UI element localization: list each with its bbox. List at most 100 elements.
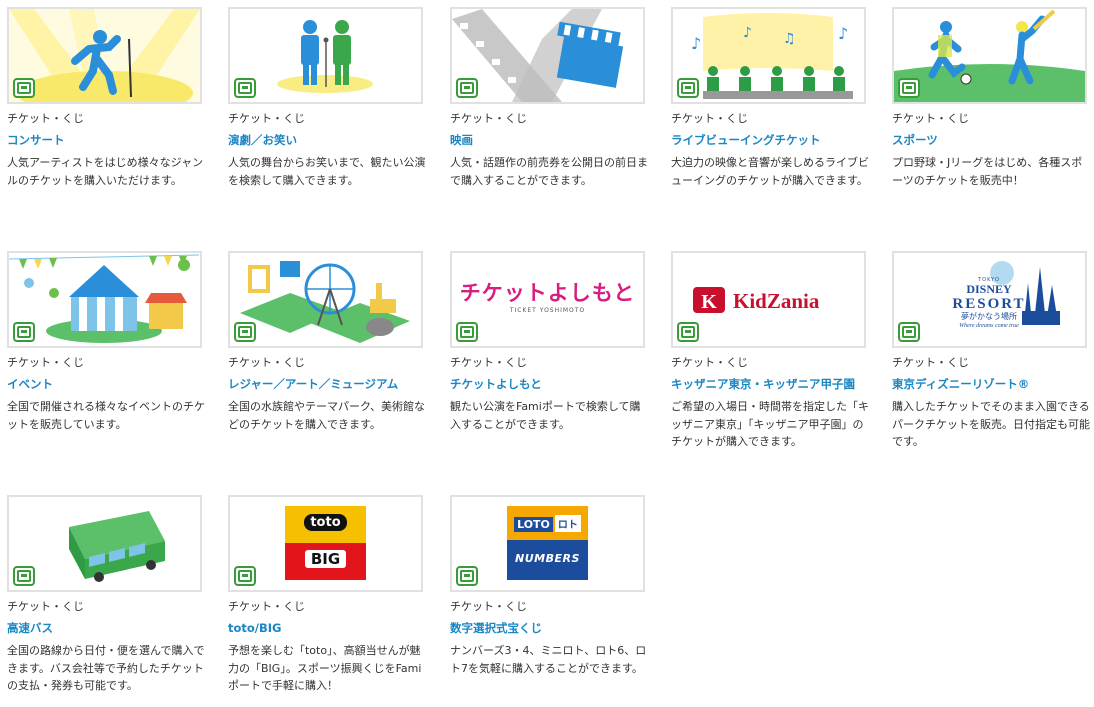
category-label: チケット・くじ — [228, 112, 305, 125]
famiport-badge-icon — [13, 566, 35, 586]
kidzania-logo: KidZania — [733, 289, 820, 313]
svg-text:♫: ♫ — [783, 31, 796, 47]
card-concert[interactable]: チケット・くじ コンサート 人気アーティストをはじめ様々なジャンルのチケットを購… — [7, 7, 204, 189]
concert-thumbnail[interactable] — [7, 7, 202, 104]
svg-text:♪: ♪ — [691, 34, 701, 53]
famiport-badge-icon — [234, 78, 256, 98]
card-live-viewing[interactable]: ♪ ♪ ♪ ♫ チケット・くじ ライブビューイングチケット 大迫力の映像と音響が… — [671, 7, 869, 189]
yoshimoto-logo: チケットよしもと TICKET YOSHIMOTO — [459, 281, 636, 314]
card-description: 購入したチケットでそのまま入園できるパークチケットを販売。日付指定も可能です。 — [892, 400, 1090, 448]
svg-text:♪: ♪ — [743, 25, 752, 41]
famiport-badge-icon — [234, 322, 256, 342]
card-theater-comedy[interactable]: チケット・くじ 演劇／お笑い 人気の舞台からお笑いまで、観たい公演を検索して購入… — [228, 7, 426, 189]
category-label: チケット・くじ — [450, 600, 527, 613]
famiport-badge-icon — [13, 78, 35, 98]
tokyo-disney-resort-logo: TOKYO DISNEY RESORT 夢がかなう場所 Where dreams… — [952, 277, 1026, 329]
famiport-badge-icon — [13, 322, 35, 342]
event-tent-icon — [9, 253, 200, 346]
famiport-badge-icon — [456, 566, 478, 586]
card-description: 全国で開催される様々なイベントのチケットを販売しています。 — [7, 400, 205, 431]
toto-logo: toto — [304, 514, 347, 531]
toto-big-logo: toto BIG — [285, 506, 366, 580]
famiport-badge-icon — [677, 322, 699, 342]
card-title[interactable]: レジャー／アート／ミュージアム — [228, 377, 423, 391]
highway-bus-icon — [9, 497, 200, 590]
card-description: ナンバーズ3・4、ミニロト、ロト6、ロト7を気軽に購入することができます。 — [450, 644, 647, 675]
kidzania-crown-icon: K — [693, 287, 725, 313]
movie-thumbnail[interactable] — [450, 7, 645, 104]
card-title[interactable]: toto/BIG — [228, 621, 423, 635]
famiport-badge-icon — [898, 78, 920, 98]
famiport-badge-icon — [234, 566, 256, 586]
live-viewing-thumbnail[interactable]: ♪ ♪ ♪ ♫ — [671, 7, 866, 104]
card-title[interactable]: スポーツ — [892, 133, 1087, 147]
lottery-thumbnail[interactable]: LOTO ロト NUMBERS — [450, 495, 645, 592]
category-label: チケット・くじ — [671, 356, 748, 369]
card-event[interactable]: チケット・くじ イベント 全国で開催される様々なイベントのチケットを販売していま… — [7, 251, 205, 433]
numbers-logo: NUMBERS — [515, 552, 580, 565]
card-title[interactable]: キッザニア東京・キッザニア甲子園 — [671, 377, 866, 391]
card-description: プロ野球・Jリーグをはじめ、各種スポーツのチケットを販売中！ — [892, 156, 1083, 187]
concert-singer-icon — [9, 9, 200, 102]
category-label: チケット・くじ — [7, 600, 84, 613]
famiport-badge-icon — [456, 322, 478, 342]
card-description: 大迫力の映像と音響が楽しめるライブビューイングのチケットが購入できます。 — [671, 156, 869, 187]
card-description: 予想を楽しむ「toto」、高額当せんが魅力の「BIG」。スポーツ振興くじをFam… — [228, 644, 422, 692]
card-toto-big[interactable]: toto BIG チケット・くじ toto/BIG 予想を楽しむ「toto」、高… — [228, 495, 423, 695]
card-description: 人気の舞台からお笑いまで、観たい公演を検索して購入できます。 — [228, 156, 426, 187]
category-label: チケット・くじ — [892, 356, 969, 369]
famiport-badge-icon — [456, 78, 478, 98]
svg-text:K: K — [701, 291, 717, 313]
card-yoshimoto[interactable]: チケットよしもと TICKET YOSHIMOTO チケット・くじ チケットよし… — [450, 251, 645, 433]
card-description: 全国の路線から日付・便を選んで購入できます。バス会社等で予約したチケットの支払・… — [7, 644, 205, 692]
card-title[interactable]: コンサート — [7, 133, 202, 147]
category-label: チケット・くじ — [228, 600, 305, 613]
card-title[interactable]: イベント — [7, 377, 202, 391]
loto-logo: LOTO — [514, 517, 553, 532]
card-description: 全国の水族館やテーマパーク、美術館などのチケットを購入できます。 — [228, 400, 426, 431]
sports-players-icon — [894, 9, 1085, 102]
card-title[interactable]: チケットよしもと — [450, 377, 645, 391]
famiport-badge-icon — [898, 322, 920, 342]
card-tokyo-disney-resort[interactable]: TOKYO DISNEY RESORT 夢がかなう場所 Where dreams… — [892, 251, 1090, 451]
leisure-ferris-wheel-icon — [230, 253, 421, 346]
card-title[interactable]: 高速バス — [7, 621, 202, 635]
svg-text:♪: ♪ — [838, 24, 848, 43]
category-label: チケット・くじ — [671, 112, 748, 125]
card-highway-bus[interactable]: チケット・くじ 高速バス 全国の路線から日付・便を選んで購入できます。バス会社等… — [7, 495, 205, 695]
live-viewing-icon: ♪ ♪ ♪ ♫ — [673, 9, 864, 102]
card-title[interactable]: 東京ディズニーリゾート® — [892, 377, 1087, 391]
big-logo: BIG — [304, 550, 347, 568]
sports-thumbnail[interactable] — [892, 7, 1087, 104]
category-label: チケット・くじ — [450, 112, 527, 125]
card-title[interactable]: 数字選択式宝くじ — [450, 621, 645, 635]
category-label: チケット・くじ — [7, 112, 84, 125]
card-title[interactable]: 映画 — [450, 133, 645, 147]
card-movie[interactable]: チケット・くじ 映画 人気・話題作の前売券を公開日の前日まで購入することができま… — [450, 7, 648, 189]
card-title[interactable]: ライブビューイングチケット — [671, 133, 866, 147]
card-description: 観たい公演をFamiポートで検索して購入することができます。 — [450, 400, 641, 431]
card-lottery[interactable]: LOTO ロト NUMBERS チケット・くじ 数字選択式宝くじ ナンバーズ3・4… — [450, 495, 647, 677]
event-thumbnail[interactable] — [7, 251, 202, 348]
leisure-thumbnail[interactable] — [228, 251, 423, 348]
bus-thumbnail[interactable] — [7, 495, 202, 592]
theater-thumbnail[interactable] — [228, 7, 423, 104]
category-label: チケット・くじ — [7, 356, 84, 369]
kidzania-thumbnail[interactable]: K KidZania — [671, 251, 866, 348]
yoshimoto-thumbnail[interactable]: チケットよしもと TICKET YOSHIMOTO — [450, 251, 645, 348]
category-label: チケット・くじ — [228, 356, 305, 369]
card-description: ご希望の入場日・時間帯を指定した「キッザニア東京」「キッザニア甲子園」のチケット… — [671, 400, 869, 448]
card-description: 人気・話題作の前売券を公開日の前日まで購入することができます。 — [450, 156, 648, 187]
comedy-duo-icon — [230, 9, 421, 102]
category-label: チケット・くじ — [450, 356, 527, 369]
card-sports[interactable]: チケット・くじ スポーツ プロ野球・Jリーグをはじめ、各種スポーツのチケットを販… — [892, 7, 1087, 189]
card-title[interactable]: 演劇／お笑い — [228, 133, 423, 147]
film-clapperboard-icon — [452, 9, 643, 102]
card-description: 人気アーティストをはじめ様々なジャンルのチケットを購入いただけます。 — [7, 156, 204, 187]
toto-big-thumbnail[interactable]: toto BIG — [228, 495, 423, 592]
loto-numbers-logo: LOTO ロト NUMBERS — [507, 506, 588, 580]
tdr-thumbnail[interactable]: TOKYO DISNEY RESORT 夢がかなう場所 Where dreams… — [892, 251, 1087, 348]
card-kidzania[interactable]: K KidZania チケット・くじ キッザニア東京・キッザニア甲子園 ご希望の… — [671, 251, 869, 451]
card-leisure[interactable]: チケット・くじ レジャー／アート／ミュージアム 全国の水族館やテーマパーク、美術… — [228, 251, 426, 433]
category-label: チケット・くじ — [892, 112, 969, 125]
